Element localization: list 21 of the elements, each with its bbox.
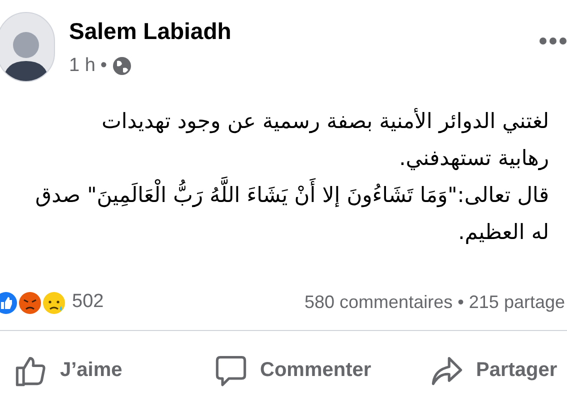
separator-dot: •: [458, 291, 464, 314]
globe-icon: [112, 56, 132, 76]
post-text-line: قال تعالى:"وَمَا تَشَاءُونَ إلا أَنْ يَشَاءَ اللَّهُ رَبُّ الْعَالَمِينَ" صدق: [35, 177, 549, 214]
angry-reaction-icon[interactable]: [18, 290, 42, 314]
more-options-icon[interactable]: [537, 36, 567, 46]
like-reaction-icon[interactable]: [0, 290, 18, 314]
comment-count[interactable]: 580 commentaires: [304, 289, 453, 316]
share-count[interactable]: 215 partage: [468, 289, 565, 316]
post-time[interactable]: 1 h: [69, 53, 96, 79]
author-name[interactable]: Salem Labiadh: [69, 16, 232, 46]
speech-bubble-icon: [214, 353, 248, 387]
separator-dot: •: [100, 54, 108, 78]
post-text-line: لغتني الدوائر الأمنية بصفة رسمية عن وجود تهديدات: [102, 107, 549, 136]
comment-button[interactable]: Commenter: [214, 353, 372, 387]
share-button[interactable]: Partager: [430, 353, 558, 387]
sad-reaction-icon[interactable]: [42, 290, 66, 314]
post-text-line: رهابية تستهدفني.: [399, 145, 549, 172]
avatar-silhouette[interactable]: [0, 12, 55, 82]
like-button[interactable]: J’aime: [14, 353, 122, 387]
post-text-line: له العظيم.: [458, 219, 549, 246]
reaction-count[interactable]: 502: [72, 288, 104, 317]
